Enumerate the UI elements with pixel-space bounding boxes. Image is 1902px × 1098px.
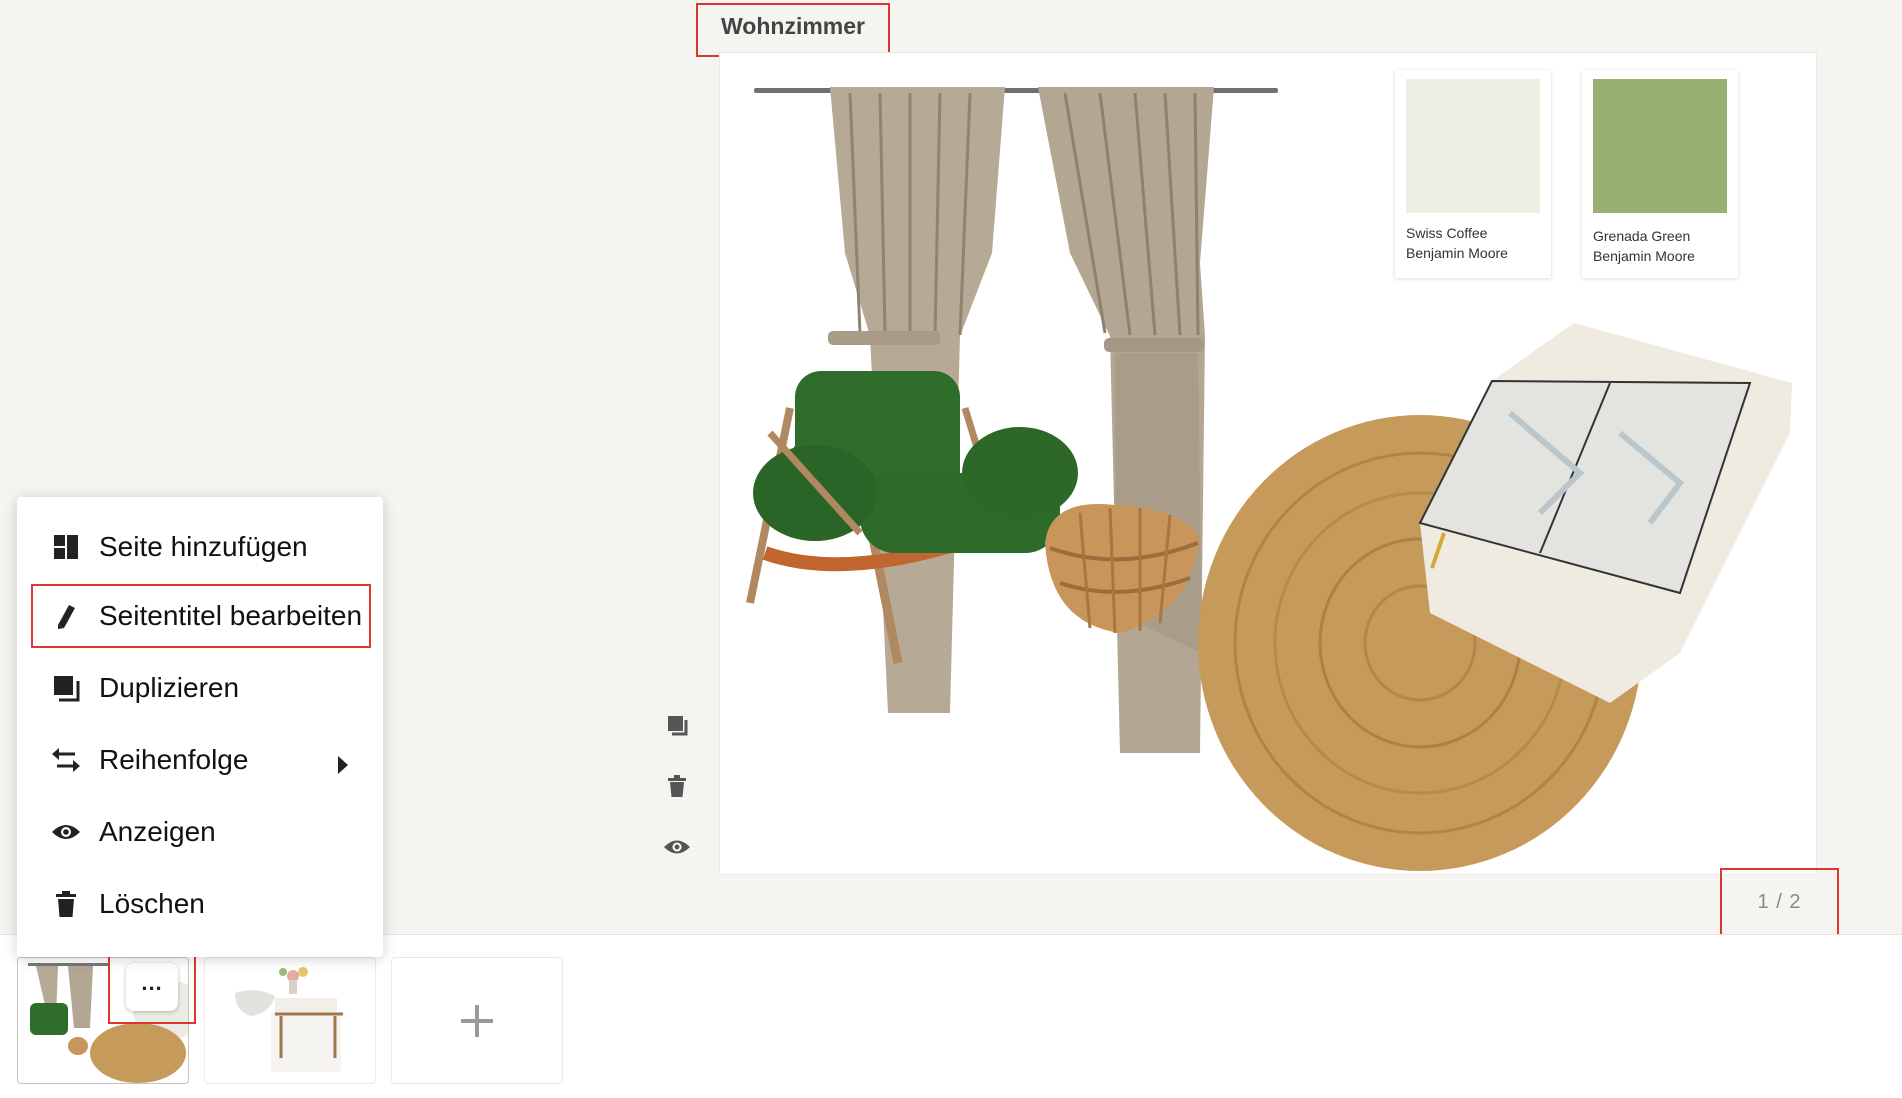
menu-item-show[interactable]: Anzeigen xyxy=(31,800,371,864)
menu-item-label: Anzeigen xyxy=(99,816,216,847)
swap-arrows-icon xyxy=(51,745,81,775)
menu-item-duplicate[interactable]: Duplizieren xyxy=(31,656,371,720)
duplicate-icon xyxy=(668,716,688,736)
swatch-color-chip xyxy=(1406,79,1540,213)
menu-item-delete[interactable]: Löschen xyxy=(31,872,371,936)
preview-page-tool[interactable] xyxy=(662,832,692,862)
menu-item-label: Seite hinzufügen xyxy=(99,531,308,562)
swatch-label: Swiss Coffee Benjamin Moore xyxy=(1406,223,1508,263)
delete-page-tool[interactable] xyxy=(662,771,692,801)
plus-icon xyxy=(461,1004,493,1037)
more-icon: ... xyxy=(141,970,163,995)
swatch-name: Swiss Coffee xyxy=(1406,225,1488,241)
pencil-icon xyxy=(51,601,81,631)
swatch-card-grenada-green[interactable]: Grenada Green Benjamin Moore xyxy=(1582,70,1738,278)
submenu-arrow-icon xyxy=(337,750,349,782)
more-options-button[interactable]: ... xyxy=(126,963,178,1011)
page-counter-text: 1 / 2 xyxy=(1757,891,1802,913)
page-thumbnail-2[interactable] xyxy=(204,957,376,1084)
swatch-name: Grenada Green xyxy=(1593,228,1691,244)
menu-item-add-page[interactable]: Seite hinzufügen xyxy=(31,515,371,579)
page-context-menu: Seite hinzufügen Seitentitel bearbeiten … xyxy=(17,497,383,957)
curtain-right xyxy=(1038,87,1214,753)
menu-item-order[interactable]: Reihenfolge xyxy=(31,728,371,792)
menu-item-label: Duplizieren xyxy=(99,672,240,703)
duplicate-page-tool[interactable] xyxy=(662,710,692,740)
eye-icon xyxy=(664,840,690,854)
swatch-brand: Benjamin Moore xyxy=(1593,248,1695,264)
menu-item-edit-page-title[interactable]: Seitentitel bearbeiten xyxy=(31,584,371,648)
swatch-color-chip xyxy=(1593,79,1727,213)
thumbnail-more-options[interactable]: ... xyxy=(108,950,196,1024)
menu-item-label: Seitentitel bearbeiten xyxy=(99,600,363,631)
duplicate-icon xyxy=(51,673,81,703)
eye-icon xyxy=(51,817,81,847)
thumbnail-preview xyxy=(235,967,343,1072)
menu-item-label: Löschen xyxy=(99,888,205,919)
page-counter: 1 / 2 xyxy=(1720,868,1839,937)
page-title[interactable]: Wohnzimmer xyxy=(696,3,890,57)
swatch-card-swiss-coffee[interactable]: Swiss Coffee Benjamin Moore xyxy=(1395,70,1551,278)
moodboard-page[interactable]: Swiss Coffee Benjamin Moore Grenada Gree… xyxy=(720,53,1816,874)
page-title-text: Wohnzimmer xyxy=(721,12,865,39)
menu-item-label: Reihenfolge xyxy=(99,744,249,775)
add-page-icon xyxy=(51,532,81,562)
swatch-label: Grenada Green Benjamin Moore xyxy=(1593,226,1695,266)
add-page-button[interactable] xyxy=(391,957,563,1084)
trash-icon xyxy=(51,889,81,919)
trash-icon xyxy=(668,775,686,797)
swatch-brand: Benjamin Moore xyxy=(1406,245,1508,261)
